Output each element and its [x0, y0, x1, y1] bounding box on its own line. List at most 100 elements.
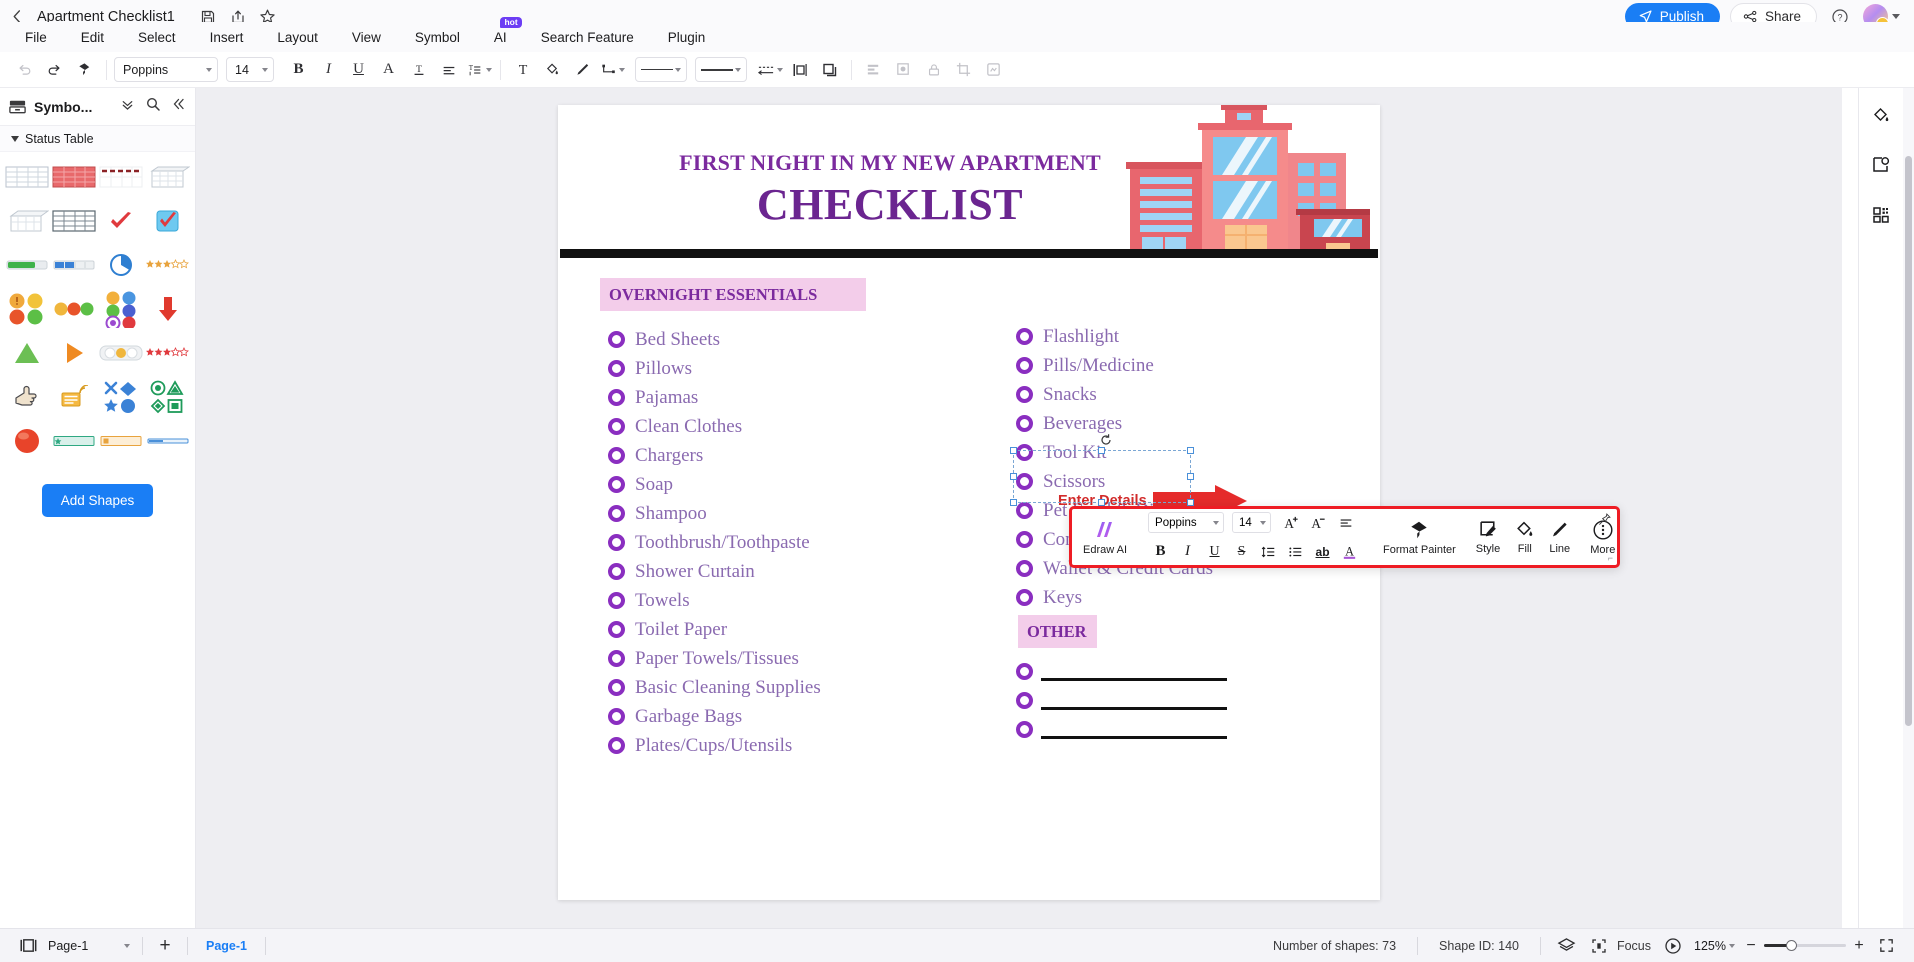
- shape-checkmark-red[interactable]: [99, 204, 144, 238]
- resize-grip-icon[interactable]: ⌐: [1608, 553, 1613, 563]
- line-button[interactable]: [568, 56, 597, 84]
- shape-rating-stars[interactable]: [146, 248, 191, 282]
- checklist-item[interactable]: [1016, 657, 1227, 686]
- shape-status-dots-4[interactable]: [4, 292, 49, 326]
- edraw-ai-button[interactable]: Edraw AI: [1076, 511, 1134, 563]
- line-weight-select[interactable]: [695, 57, 747, 82]
- menu-item-ai[interactable]: AI hot: [477, 16, 524, 49]
- checkbox-ring-icon[interactable]: [608, 360, 625, 377]
- dimension-button[interactable]: [755, 56, 784, 84]
- add-page-button[interactable]: +: [151, 932, 179, 960]
- menu-item-search-feature[interactable]: Search Feature: [524, 26, 651, 49]
- shape-progress-bar-green[interactable]: [4, 248, 49, 282]
- menu-item-insert[interactable]: Insert: [193, 26, 261, 49]
- fbar-align-button[interactable]: [1333, 511, 1358, 535]
- fbar-format-painter-button[interactable]: Format Painter: [1376, 511, 1463, 563]
- apartment-building-illustration[interactable]: [1120, 105, 1370, 255]
- shape-signal[interactable]: [51, 380, 96, 414]
- page-tab-page-1[interactable]: Page-1: [196, 939, 257, 953]
- lock-button[interactable]: [919, 56, 948, 84]
- fbar-bullet-list-button[interactable]: [1283, 540, 1308, 564]
- collapse-sidebar-button[interactable]: [171, 96, 187, 117]
- page-selector[interactable]: Page-1: [42, 935, 134, 957]
- shape-shapes-blue[interactable]: [99, 380, 144, 414]
- menu-item-symbol[interactable]: Symbol: [398, 26, 477, 49]
- zoom-in-button[interactable]: +: [1850, 937, 1868, 955]
- shape-traffic-light[interactable]: [99, 336, 144, 370]
- checkbox-ring-icon[interactable]: [608, 389, 625, 406]
- resize-handle-ne[interactable]: [1187, 447, 1194, 454]
- checklist-item[interactable]: Basic Cleaning Supplies: [608, 673, 821, 702]
- shape-pie-progress[interactable]: [99, 248, 144, 282]
- expand-library-button[interactable]: [120, 97, 135, 117]
- sidebar-section-status-table[interactable]: Status Table: [0, 126, 195, 152]
- blank-write-line[interactable]: [1041, 707, 1227, 710]
- menu-item-layout[interactable]: Layout: [260, 26, 335, 49]
- shape-rating-stars-red[interactable]: [146, 336, 191, 370]
- fill-button[interactable]: [538, 56, 567, 84]
- shape-status-dots-6[interactable]: [99, 291, 144, 328]
- undo-button[interactable]: [10, 56, 39, 84]
- resize-handle-sw[interactable]: [1010, 499, 1017, 506]
- fbar-underline-button[interactable]: U: [1202, 540, 1227, 564]
- checkbox-ring-icon[interactable]: [1016, 502, 1033, 519]
- checklist-item[interactable]: Chargers: [608, 441, 821, 470]
- fbar-bold-button[interactable]: B: [1148, 540, 1173, 564]
- zoom-out-button[interactable]: −: [1742, 937, 1760, 955]
- menu-item-file[interactable]: File: [8, 26, 64, 49]
- fbar-strikethrough-button[interactable]: S: [1229, 540, 1254, 564]
- shape-table-dark[interactable]: [51, 204, 96, 238]
- fbar-line-button[interactable]: Line: [1542, 511, 1577, 563]
- layers-button[interactable]: [979, 56, 1008, 84]
- checkbox-ring-icon[interactable]: [1016, 357, 1033, 374]
- checkbox-ring-icon[interactable]: [608, 331, 625, 348]
- decrease-font-button[interactable]: A: [1306, 511, 1331, 535]
- redo-button[interactable]: [40, 56, 69, 84]
- connector-button[interactable]: [598, 56, 627, 84]
- checklist-item[interactable]: Beverages: [1016, 409, 1213, 438]
- format-painter-button[interactable]: [70, 56, 99, 84]
- page-view-button[interactable]: [14, 932, 42, 960]
- checklist-item[interactable]: Shower Curtain: [608, 557, 821, 586]
- shape-shapes-green[interactable]: [146, 380, 191, 414]
- canvas-vertical-scrollbar[interactable]: [1903, 88, 1914, 928]
- document-page[interactable]: FIRST NIGHT IN MY NEW APARTMENT CHECKLIS…: [558, 105, 1380, 900]
- checklist-item[interactable]: Toothbrush/Toothpaste: [608, 528, 821, 557]
- checkbox-ring-icon[interactable]: [608, 505, 625, 522]
- zoom-slider[interactable]: [1764, 939, 1846, 953]
- checkbox-ring-icon[interactable]: [1016, 386, 1033, 403]
- checkbox-ring-icon[interactable]: [1016, 328, 1033, 345]
- scrollbar-thumb[interactable]: [1905, 156, 1912, 726]
- shape-bar-blue[interactable]: [146, 424, 191, 458]
- checklist-item[interactable]: Clean Clothes: [608, 412, 821, 441]
- checklist-item[interactable]: Garbage Bags: [608, 702, 821, 731]
- checklist-item[interactable]: Pills/Medicine: [1016, 351, 1213, 380]
- checkbox-ring-icon[interactable]: [608, 563, 625, 580]
- checkbox-ring-icon[interactable]: [1016, 692, 1033, 709]
- line-spacing-button[interactable]: T: [464, 56, 493, 84]
- checklist-item[interactable]: Keys: [1016, 583, 1213, 612]
- checkbox-ring-icon[interactable]: [1016, 721, 1033, 738]
- checklist-item[interactable]: Shampoo: [608, 499, 821, 528]
- checkbox-ring-icon[interactable]: [1016, 415, 1033, 432]
- shape-sphere-red[interactable]: [4, 424, 49, 458]
- image-settings-panel-button[interactable]: [1866, 150, 1896, 180]
- checklist-item[interactable]: [1016, 715, 1227, 744]
- resize-handle-nw[interactable]: [1010, 447, 1017, 454]
- checkbox-ring-icon[interactable]: [608, 708, 625, 725]
- checklist-item[interactable]: Flashlight: [1016, 322, 1213, 351]
- fbar-style-button[interactable]: Style: [1469, 511, 1507, 563]
- zoom-level-selector[interactable]: 125%: [1691, 939, 1738, 953]
- shape-progress-blocks-blue[interactable]: [51, 248, 96, 282]
- section-banner-overnight[interactable]: OVERNIGHT ESSENTIALS: [600, 278, 866, 311]
- line-style-select[interactable]: [635, 57, 687, 82]
- checkbox-ring-icon[interactable]: [608, 737, 625, 754]
- resize-handle-se[interactable]: [1187, 499, 1194, 506]
- selection-bounding-box[interactable]: [1010, 447, 1194, 506]
- shadow-button[interactable]: [889, 56, 918, 84]
- blank-write-line[interactable]: [1041, 678, 1227, 681]
- shape-down-arrow-red[interactable]: [146, 292, 191, 326]
- shape-checkbox-checked[interactable]: [146, 204, 191, 238]
- checklist-item[interactable]: Pajamas: [608, 383, 821, 412]
- add-shapes-button[interactable]: Add Shapes: [41, 484, 154, 517]
